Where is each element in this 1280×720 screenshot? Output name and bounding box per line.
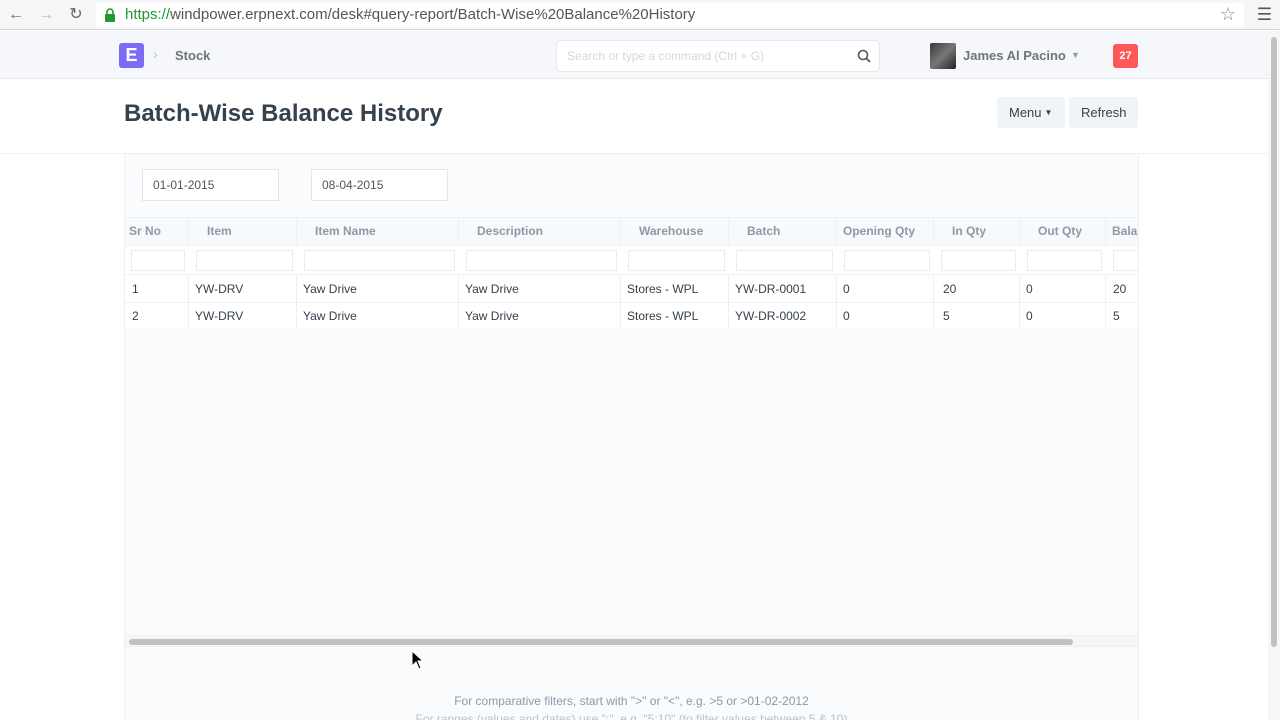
breadcrumb-stock[interactable]: Stock	[175, 48, 210, 63]
awesome-bar	[556, 40, 880, 72]
column-filter-input[interactable]	[196, 250, 293, 271]
url-text: https://windpower.erpnext.com/desk#query…	[125, 6, 696, 23]
column-filter-input[interactable]	[941, 250, 1016, 271]
table-cell: 0	[837, 303, 934, 329]
column-filter-input[interactable]	[628, 250, 725, 271]
column-header-opening-qty[interactable]: Opening Qty	[837, 218, 934, 245]
notification-badge[interactable]: 27	[1113, 44, 1138, 68]
report-area: 01-01-2015 08-04-2015 Sr No Item Item Na…	[124, 154, 1139, 720]
table-cell: 0	[1020, 303, 1106, 329]
filter-help-text: For comparative filters, start with ">" …	[454, 694, 809, 708]
column-header-item-name[interactable]: Item Name	[297, 218, 459, 245]
column-header-balance[interactable]: Bala	[1106, 218, 1138, 245]
range-help-text: For ranges (values and dates) use ":", e…	[415, 712, 848, 720]
menu-button-label: Menu	[1009, 105, 1042, 120]
horizontal-scrollbar-thumb[interactable]	[129, 639, 1073, 645]
refresh-button[interactable]: Refresh	[1069, 97, 1138, 128]
table-cell: Yaw Drive	[297, 303, 459, 329]
table-cell: YW-DRV	[189, 276, 297, 302]
table-cell: Yaw Drive	[297, 276, 459, 302]
forward-arrow-icon[interactable]: →	[35, 4, 57, 26]
browser-menu-icon[interactable]: ☰	[1257, 5, 1272, 25]
to-date-field[interactable]: 08-04-2015	[311, 169, 448, 201]
search-icon[interactable]	[857, 49, 871, 63]
chevron-down-icon[interactable]: ▼	[1071, 50, 1080, 60]
app-navbar: E › Stock James Al Pacino ▼ 27	[0, 31, 1268, 79]
table-cell: 2	[125, 303, 189, 329]
column-header-out-qty[interactable]: Out Qty	[1020, 218, 1106, 245]
mouse-cursor-icon	[411, 650, 425, 670]
grid-header-row: Sr No Item Item Name Description Warehou…	[125, 217, 1138, 246]
table-cell: 20	[934, 276, 1020, 302]
report-grid: Sr No Item Item Name Description Warehou…	[125, 217, 1138, 329]
column-filter-input[interactable]	[304, 250, 455, 271]
chevron-down-icon: ▼	[1044, 108, 1053, 117]
column-header-in-qty[interactable]: In Qty	[934, 218, 1020, 245]
table-cell: 0	[1020, 276, 1106, 302]
column-filter-input[interactable]	[844, 250, 930, 271]
from-date-field[interactable]: 01-01-2015	[142, 169, 279, 201]
table-cell: Yaw Drive	[459, 276, 621, 302]
column-filter-input[interactable]	[1027, 250, 1102, 271]
column-filter-input[interactable]	[466, 250, 617, 271]
bookmark-star-icon[interactable]: ☆	[1220, 4, 1236, 25]
app-logo[interactable]: E	[119, 43, 144, 68]
column-header-item[interactable]: Item	[189, 218, 297, 245]
table-cell: YW-DR-0002	[729, 303, 837, 329]
vertical-scrollbar[interactable]	[1268, 31, 1280, 720]
lock-icon	[105, 8, 115, 22]
table-cell: Yaw Drive	[459, 303, 621, 329]
column-filter-input[interactable]	[131, 250, 185, 271]
table-row[interactable]: 2 YW-DRV Yaw Drive Yaw Drive Stores - WP…	[125, 303, 1138, 329]
page-title: Batch-Wise Balance History	[124, 100, 443, 127]
address-bar[interactable]: https://windpower.erpnext.com/desk#query…	[96, 3, 1244, 27]
table-cell: 5	[1113, 309, 1120, 323]
table-cell: Stores - WPL	[621, 303, 729, 329]
search-input[interactable]	[557, 41, 837, 71]
table-cell: 5	[934, 303, 1020, 329]
horizontal-scrollbar[interactable]	[125, 635, 1138, 647]
breadcrumb-chevron-icon: ›	[153, 46, 158, 62]
column-header-batch[interactable]: Batch	[729, 218, 837, 245]
table-cell: 0	[837, 276, 934, 302]
column-filter-input[interactable]	[1113, 250, 1138, 271]
browser-toolbar: ← → ↻ https://windpower.erpnext.com/desk…	[0, 0, 1280, 30]
avatar[interactable]	[930, 43, 956, 69]
table-cell: 20	[1113, 282, 1127, 296]
user-name[interactable]: James Al Pacino	[963, 48, 1066, 63]
reload-icon[interactable]: ↻	[65, 4, 87, 26]
vertical-scrollbar-thumb[interactable]	[1271, 37, 1277, 647]
column-header-description[interactable]: Description	[459, 218, 621, 245]
column-header-warehouse[interactable]: Warehouse	[621, 218, 729, 245]
back-arrow-icon[interactable]: ←	[5, 4, 27, 26]
column-header-sr-no[interactable]: Sr No	[125, 218, 189, 245]
table-cell: Stores - WPL	[621, 276, 729, 302]
table-cell: YW-DR-0001	[729, 276, 837, 302]
column-filter-input[interactable]	[736, 250, 833, 271]
table-row[interactable]: 1 YW-DRV Yaw Drive Yaw Drive Stores - WP…	[125, 276, 1138, 303]
menu-button[interactable]: Menu ▼	[997, 97, 1065, 128]
table-cell: 1	[125, 276, 189, 302]
grid-filter-row	[125, 246, 1138, 275]
table-cell: YW-DRV	[189, 303, 297, 329]
